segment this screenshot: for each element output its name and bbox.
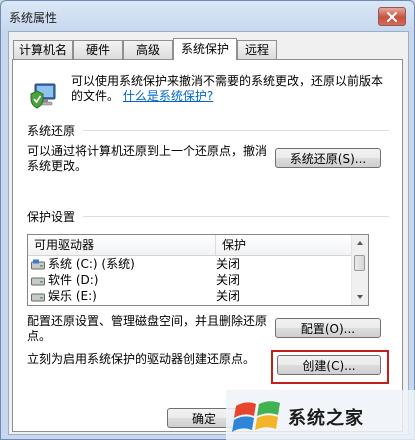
computer-shield-icon <box>30 83 56 109</box>
window-title: 系统属性 <box>9 11 58 25</box>
drive-name: 娱乐 (E:) <box>48 289 97 303</box>
column-header-drive[interactable]: 可用驱动器 <box>28 235 216 255</box>
what-is-system-protection-link[interactable]: 什么是系统保护? <box>123 89 213 103</box>
system-restore-button[interactable]: 系统还原(S)... <box>275 148 381 168</box>
drive-icon <box>31 277 45 286</box>
protection-status: 关闭 <box>216 289 241 303</box>
protection-status: 关闭 <box>216 273 241 287</box>
create-description: 立刻为启用系统保护的驱动器创建还原点。 <box>27 352 256 366</box>
intro-text: 可以使用系统保护来撤消不需要的系统更改，还原以前版本的文件。 <box>71 74 384 103</box>
list-item[interactable]: 系统 (C:) (系统) 关闭 <box>28 257 352 272</box>
watermark-logo: 系统之家 <box>226 390 415 440</box>
system-restore-divider <box>83 130 389 131</box>
column-header-protection[interactable]: 保护 <box>216 235 352 255</box>
tab-hardware[interactable]: 硬件 <box>73 40 123 59</box>
protection-settings-divider <box>83 216 389 217</box>
list-scrollbar[interactable] <box>351 235 368 305</box>
list-item[interactable]: 软件 (D:) 关闭 <box>28 273 352 288</box>
drive-protection-list[interactable]: 可用驱动器 保护 系统 (C:) (系统) 关闭 软件 (D:) 关闭 娱乐 (… <box>27 234 369 306</box>
system-protection-panel: 可以使用系统保护来撤消不需要的系统更改，还原以前版本的文件。 什么是系统保护? … <box>12 59 403 432</box>
drive-icon <box>31 293 45 302</box>
protection-status: 关闭 <box>216 257 241 271</box>
drive-name: 软件 (D:) <box>48 273 99 287</box>
system-properties-window: 系统属性 计算机名 硬件 高级 系统保护 远程 可以使用系统保护来撤消不需要的系… <box>0 0 415 440</box>
windows-logo-icon <box>232 401 280 432</box>
dialog-client-area: 计算机名 硬件 高级 系统保护 远程 可以使用系统保护来撤消不需要的系统更改，还… <box>8 31 409 435</box>
close-button[interactable] <box>378 7 406 26</box>
system-restore-description: 可以通过将计算机还原到上一个还原点，撤消系统更改。 <box>27 144 268 173</box>
tab-computer-name[interactable]: 计算机名 <box>13 40 73 59</box>
intro-description: 可以使用系统保护来撤消不需要的系统更改，还原以前版本的文件。 什么是系统保护? <box>71 74 391 104</box>
configure-description: 配置还原设置、管理磁盘空间，并且删除还原点。 <box>27 314 268 343</box>
drive-name: 系统 (C:) (系统) <box>48 257 135 271</box>
list-header: 可用驱动器 保护 <box>28 235 352 256</box>
tab-remote[interactable]: 远程 <box>237 40 277 59</box>
scrollbar-thumb[interactable] <box>354 255 365 271</box>
configure-button[interactable]: 配置(O)... <box>275 318 381 338</box>
system-restore-section-label: 系统还原 <box>27 124 76 138</box>
create-button[interactable]: 创建(C)... <box>277 355 381 375</box>
system-drive-icon <box>31 259 45 270</box>
title-bar[interactable]: 系统属性 <box>1 1 414 31</box>
tab-system-protection[interactable]: 系统保护 <box>173 38 237 60</box>
scroll-up-arrow-icon[interactable] <box>355 238 365 248</box>
tab-advanced[interactable]: 高级 <box>123 40 173 59</box>
protection-settings-section-label: 保护设置 <box>27 210 76 224</box>
close-icon <box>387 11 397 22</box>
scroll-down-arrow-icon[interactable] <box>355 292 365 302</box>
list-item[interactable]: 娱乐 (E:) 关闭 <box>28 289 352 304</box>
watermark-text: 系统之家 <box>288 408 364 429</box>
